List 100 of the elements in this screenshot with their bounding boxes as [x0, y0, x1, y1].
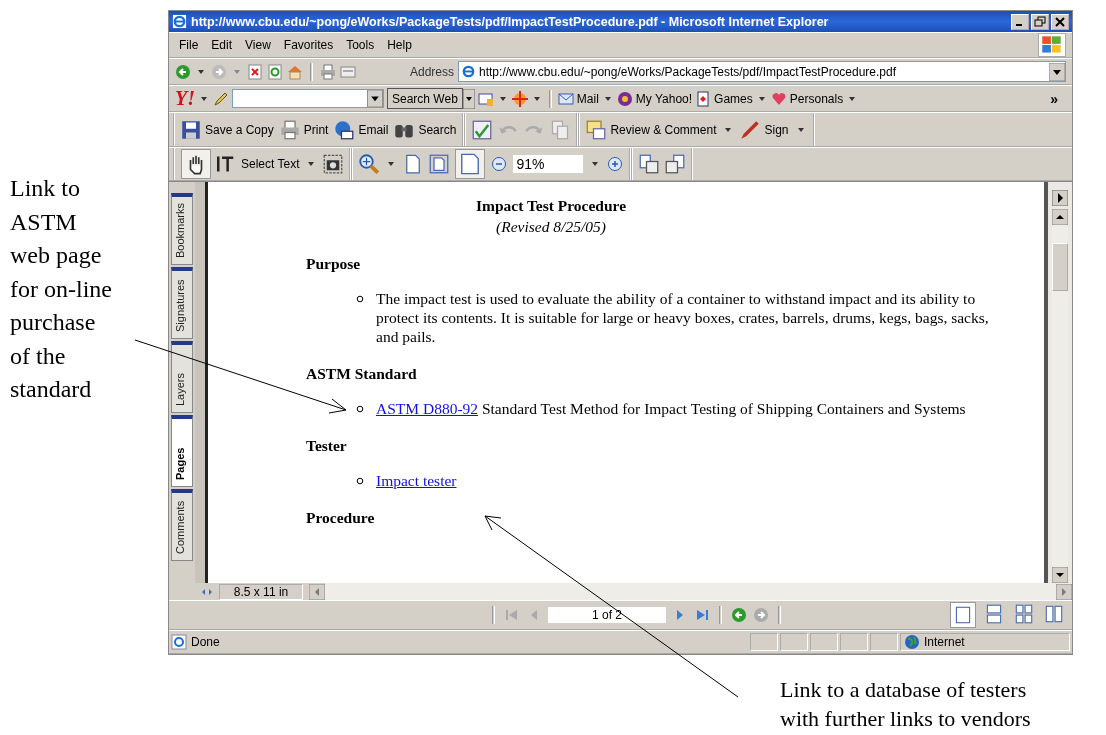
side-tab[interactable]: Signatures — [171, 267, 193, 339]
sign-button[interactable]: Sign — [740, 119, 789, 140]
camera-icon[interactable] — [323, 154, 344, 174]
document-title: Impact Test Procedure — [474, 196, 628, 215]
caret-icon[interactable] — [533, 96, 540, 101]
zoom-field[interactable]: 91% — [513, 155, 584, 173]
zoom-out-icon[interactable] — [491, 156, 508, 172]
address-field[interactable]: http://www.cbu.edu/~pong/eWorks/PackageTests/pdf/ImpactTestProcedure.pdf — [458, 61, 1066, 82]
zoom-in-icon[interactable] — [359, 154, 380, 174]
maximize-icon[interactable] — [1031, 13, 1049, 30]
rotate-counterclockwise-icon[interactable] — [665, 154, 686, 174]
caret-icon[interactable] — [388, 162, 395, 166]
address-label: Address — [410, 64, 455, 79]
scroll-up-icon[interactable] — [1052, 209, 1068, 225]
section-heading: ASTM Standard — [306, 364, 418, 383]
menu-item[interactable]: View — [241, 38, 280, 52]
print-icon[interactable] — [320, 63, 336, 80]
status-pane — [870, 633, 898, 651]
copy-icon — [550, 119, 571, 140]
page-number-field[interactable]: 1 of 2 — [548, 607, 666, 623]
side-tab[interactable]: Bookmarks — [171, 193, 193, 265]
bullet-text: The impact test is used to evaluate the ability of a container to withstand impact and its ability to protect its contents. It is suitable for large or heavy boxes, crates, barrels, drums, kegs, bags, sacks, and pails. — [376, 289, 990, 346]
caret-icon[interactable] — [198, 69, 204, 74]
minimize-icon[interactable] — [1011, 13, 1029, 30]
single-view-icon[interactable] — [950, 602, 976, 628]
side-tab[interactable]: Comments — [171, 489, 193, 561]
playing-card-icon — [695, 90, 712, 107]
zone-indicator: Internet — [900, 633, 1070, 651]
caret-icon[interactable] — [849, 96, 856, 101]
section-heading: Procedure — [306, 508, 376, 527]
envelope-icon — [557, 90, 574, 107]
back-view-icon[interactable] — [731, 607, 747, 623]
menu-item[interactable]: Tools — [342, 38, 384, 52]
ie-icon — [461, 64, 477, 79]
globe-icon — [904, 634, 920, 650]
search-field[interactable] — [232, 89, 384, 108]
personals-link[interactable]: Personals — [770, 90, 844, 107]
save-copy-button[interactable]: Save a Copy — [181, 119, 274, 140]
expand-arrow-icon[interactable] — [1052, 190, 1068, 206]
caret-icon[interactable] — [797, 127, 804, 132]
page-size-label: 8.5 x 11 in — [219, 583, 303, 600]
print-button[interactable]: Print — [279, 119, 329, 140]
target-icon[interactable] — [511, 90, 528, 107]
status-pane — [810, 633, 838, 651]
last-page-icon[interactable] — [694, 607, 710, 623]
dropdown-icon[interactable] — [367, 90, 383, 107]
scroll-left-icon[interactable] — [309, 583, 325, 600]
globe-envelope-icon — [334, 119, 355, 140]
fit-width-icon[interactable] — [455, 149, 486, 179]
status-pane — [750, 633, 778, 651]
close-icon[interactable] — [1051, 13, 1069, 30]
menu-item[interactable]: File — [175, 38, 208, 52]
hand-tool-icon[interactable] — [181, 149, 211, 179]
dropdown-icon[interactable] — [1049, 62, 1065, 81]
select-text-button[interactable]: Select Text — [217, 154, 300, 174]
stop-icon[interactable] — [247, 63, 263, 80]
review-comment-button[interactable]: Review & Comment — [586, 119, 717, 140]
document-link[interactable]: ASTM D880-92 — [376, 400, 479, 417]
badge-icon — [616, 90, 633, 107]
more-button[interactable]: » — [1050, 90, 1066, 107]
annotation-text: Link to ASTM web page for on-line purchase of the standard — [10, 174, 112, 404]
scroll-right-icon[interactable] — [1056, 583, 1072, 600]
menu-item[interactable]: Edit — [207, 38, 242, 52]
caret-icon[interactable] — [592, 162, 599, 166]
zoom-in-plus-icon[interactable] — [607, 156, 624, 172]
scrollbar-thumb[interactable] — [1052, 243, 1068, 291]
document-subtitle: (Revised 8/25/05) — [495, 217, 607, 236]
status-pane — [780, 633, 808, 651]
search-button[interactable]: Search — [394, 119, 457, 140]
caret-icon[interactable] — [758, 96, 765, 101]
forward-view-icon — [753, 607, 769, 623]
yahoo-logo[interactable]: Y! — [175, 87, 195, 110]
status-text: Done — [171, 634, 748, 650]
side-tab[interactable]: Layers — [171, 341, 193, 413]
bullet-icon — [356, 477, 364, 485]
games-link[interactable]: Games — [695, 90, 753, 107]
spellcheck-icon[interactable] — [472, 119, 493, 140]
rotate-clockwise-icon[interactable] — [639, 154, 660, 174]
first-page-icon — [504, 607, 520, 623]
caret-icon[interactable] — [201, 96, 207, 101]
caret-icon[interactable] — [725, 127, 732, 132]
bullet-icon — [356, 295, 364, 303]
caret-icon[interactable] — [604, 96, 611, 101]
caret-icon[interactable] — [308, 162, 315, 166]
bullet-text: ASTM D880-92 Standard Test Method for Impact Testing of Shipping Containers and Systems — [376, 399, 966, 418]
caret-icon[interactable] — [499, 96, 506, 101]
menu-item[interactable]: Favorites — [279, 38, 343, 52]
panel-splitter[interactable] — [195, 182, 208, 583]
email-button[interactable]: Email — [334, 119, 389, 140]
refresh-icon[interactable] — [267, 63, 283, 80]
side-tab[interactable]: Pages — [171, 415, 193, 487]
back-icon[interactable] — [175, 63, 191, 80]
my-yahoo-link[interactable]: My Yahoo! — [616, 90, 693, 107]
scroll-down-icon[interactable] — [1052, 567, 1068, 583]
annotation-text: Link to a database of testers with further links to vendors — [780, 676, 1031, 733]
menu-item[interactable]: Help — [383, 38, 421, 52]
document-link[interactable]: Impact tester — [376, 471, 457, 490]
mail-link[interactable]: Mail — [557, 90, 599, 107]
fit-page-icon[interactable] — [429, 154, 450, 174]
pencil-icon[interactable] — [213, 90, 229, 107]
